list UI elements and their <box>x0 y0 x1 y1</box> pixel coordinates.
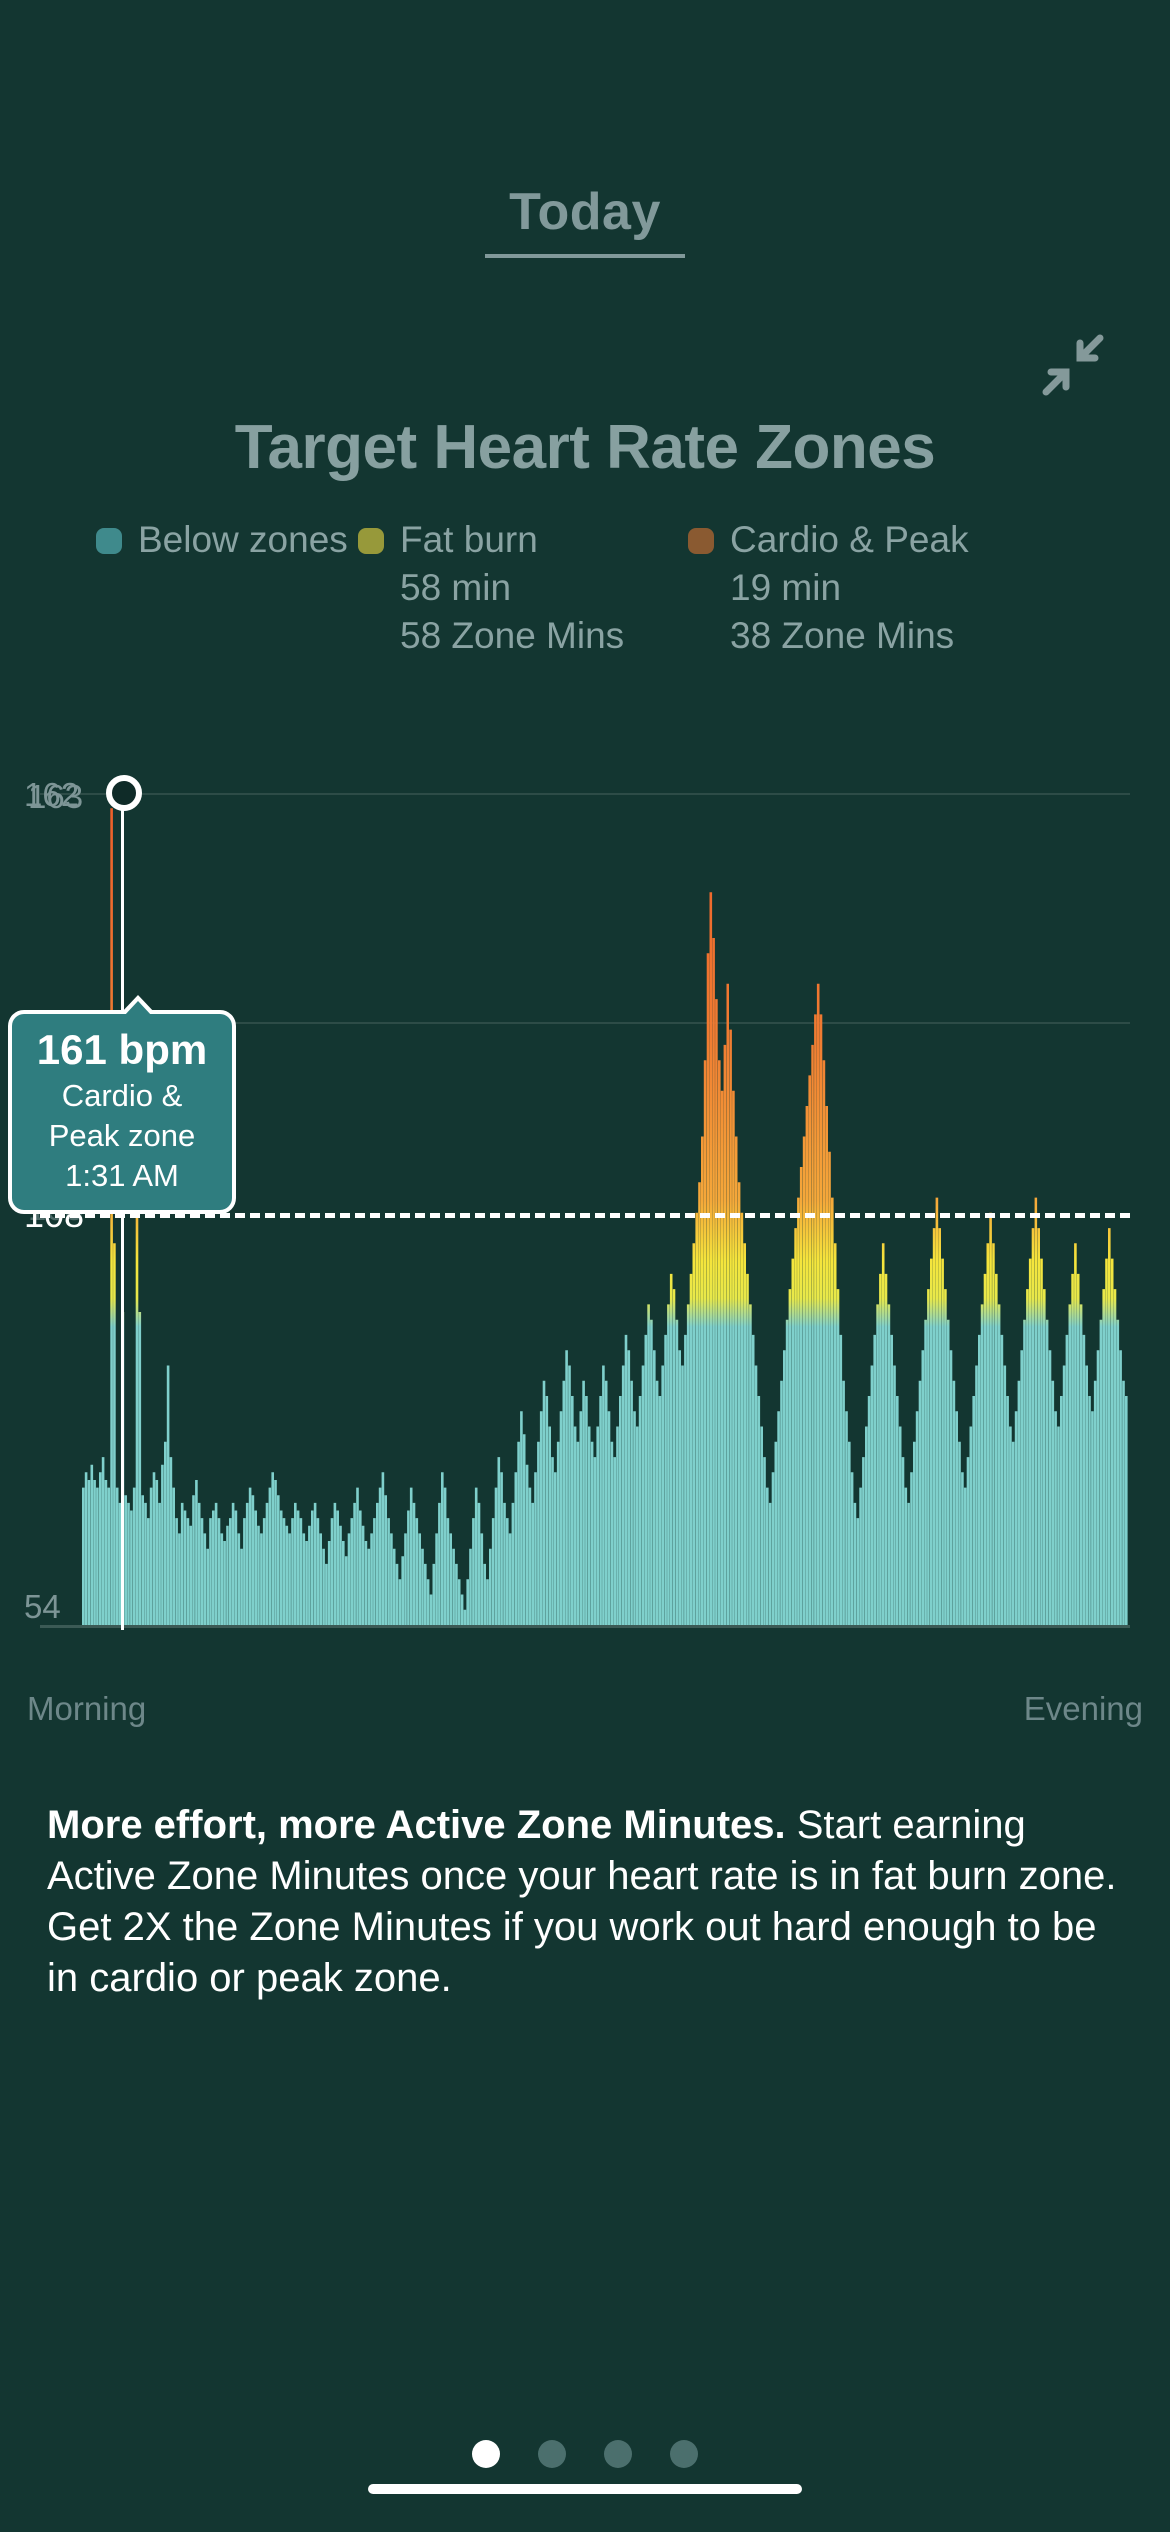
tooltip-zone: Cardio & Peak zone <box>26 1076 218 1156</box>
legend-item-cardio-peak[interactable]: Cardio & Peak 19 min 38 Zone Mins <box>688 516 969 660</box>
legend-item-below-zones[interactable]: Below zones <box>96 516 358 564</box>
page-dot-3[interactable] <box>604 2440 632 2468</box>
legend-swatch-cardio-peak <box>688 528 714 554</box>
page-dot-1[interactable] <box>472 2440 500 2468</box>
collapse-arrows-icon[interactable] <box>1038 330 1108 400</box>
tab-today[interactable]: Today <box>0 182 1170 258</box>
legend-swatch-below-zones <box>96 528 122 554</box>
tab-today-label: Today <box>509 182 661 254</box>
tooltip-time: 1:31 AM <box>26 1156 218 1196</box>
heart-rate-zones-screen: Today Target Heart Rate Zones Below zone… <box>0 0 1170 2532</box>
x-axis-label-evening: Evening <box>1024 1690 1143 1728</box>
zone-legend: Below zones Fat burn 58 min 58 Zone Mins… <box>96 516 1106 660</box>
legend-minutes-fat-burn: 58 min <box>400 564 624 612</box>
tooltip-bpm: 161 bpm <box>26 1024 218 1076</box>
x-axis-label-morning: Morning <box>27 1690 146 1728</box>
legend-label-fat-burn: Fat burn <box>400 516 624 564</box>
legend-zone-mins-cardio-peak: 38 Zone Mins <box>730 612 969 660</box>
tab-today-underline <box>485 254 685 258</box>
legend-minutes-cardio-peak: 19 min <box>730 564 969 612</box>
selection-marker-handle[interactable] <box>106 775 142 811</box>
legend-zone-mins-fat-burn: 58 Zone Mins <box>400 612 624 660</box>
home-indicator <box>368 2484 802 2494</box>
hr-tooltip: 161 bpm Cardio & Peak zone 1:31 AM <box>8 1010 236 1214</box>
info-paragraph: More effort, more Active Zone Minutes. S… <box>47 1800 1127 2004</box>
page-dot-4[interactable] <box>670 2440 698 2468</box>
legend-swatch-fat-burn <box>358 528 384 554</box>
page-dot-2[interactable] <box>538 2440 566 2468</box>
tooltip-arrow-fill <box>124 1001 152 1016</box>
legend-item-fat-burn[interactable]: Fat burn 58 min 58 Zone Mins <box>358 516 688 660</box>
legend-label-below-zones: Below zones <box>138 516 288 564</box>
day-tab-bar: Today <box>0 182 1170 258</box>
card-title: Target Heart Rate Zones <box>0 412 1170 483</box>
info-paragraph-lead: More effort, more Active Zone Minutes. <box>47 1803 786 1847</box>
page-dots <box>0 2440 1170 2468</box>
legend-label-cardio-peak: Cardio & Peak <box>730 516 969 564</box>
